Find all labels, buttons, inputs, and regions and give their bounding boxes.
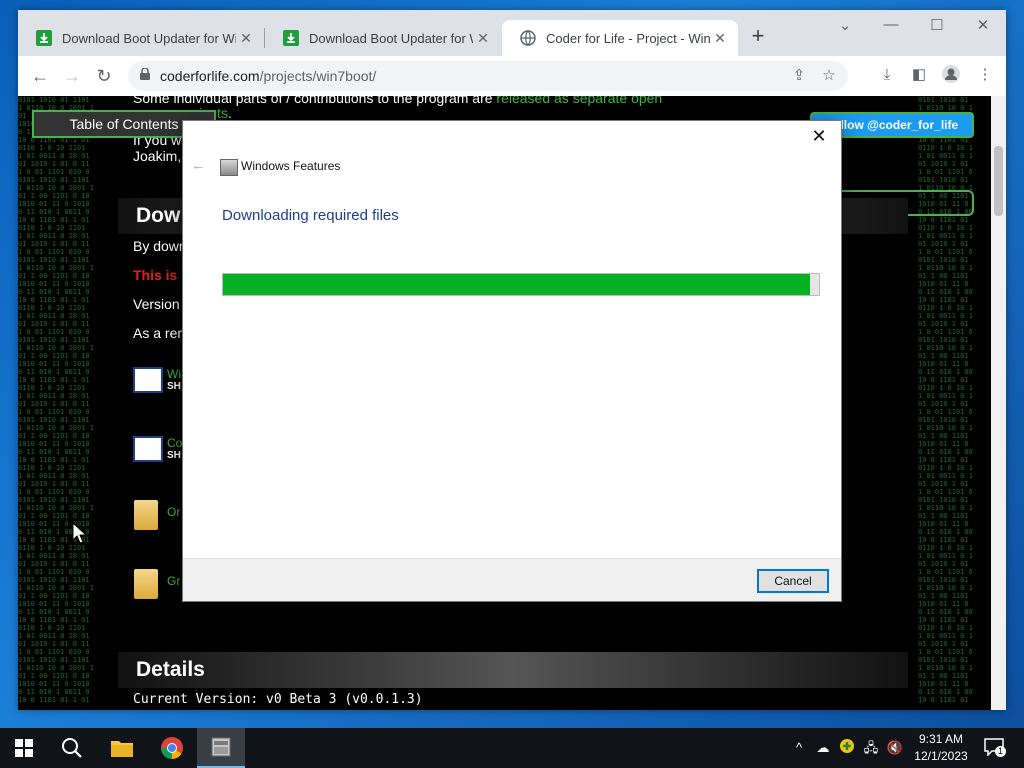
download-item-3[interactable]: Or	[167, 505, 180, 519]
zip-folder-icon[interactable]	[134, 569, 158, 599]
notification-center-icon[interactable]: 1	[984, 738, 1006, 758]
start-windows-icon[interactable]	[0, 728, 48, 768]
address-bar[interactable]: coderforlife.com/projects/win7boot/ ⇪ ☆	[128, 61, 848, 91]
share-icon[interactable]: ⇪	[788, 65, 810, 87]
tab-title: Download Boot Updater for Win	[309, 30, 473, 46]
credits-text: Joakim,	[133, 148, 182, 164]
download-item-1-hash: SH	[167, 381, 181, 392]
windows-features-icon	[220, 159, 238, 176]
bookmark-star-icon[interactable]: ☆	[818, 65, 840, 87]
reminder-text: As a rem	[133, 325, 190, 341]
lock-icon	[140, 67, 152, 85]
notification-count-badge: 1	[995, 746, 1006, 757]
chrome-icon[interactable]	[148, 728, 196, 768]
zip-folder-icon[interactable]	[134, 500, 158, 530]
search-icon[interactable]	[48, 728, 96, 768]
progress-fill	[223, 274, 811, 295]
open-source-link[interactable]: released as separate open	[496, 96, 662, 106]
system-clock[interactable]: 9:31 AM 12/1/2023	[905, 731, 977, 765]
minimize-icon[interactable]: —	[876, 16, 906, 33]
back-arrow-icon[interactable]: ←	[28, 64, 52, 88]
close-icon[interactable]: ✕	[805, 125, 833, 147]
security-shield-icon[interactable]	[838, 738, 856, 758]
download-item-1[interactable]: Wi	[167, 367, 181, 381]
volume-muted-icon[interactable]: 🔇	[886, 738, 904, 758]
show-hidden-icons-chevron-icon[interactable]: ^	[790, 738, 808, 758]
side-panel-icon[interactable]: ◧	[908, 64, 930, 86]
clock-date: 12/1/2023	[914, 749, 968, 763]
tab-download-boot-updater-1[interactable]: Download Boot Updater for Win ✕	[18, 20, 264, 56]
download-icon	[36, 30, 52, 46]
back-arrow-icon: ←	[191, 157, 206, 174]
menu-kebab-icon[interactable]: ⋮	[974, 64, 996, 86]
download-item-4-link[interactable]: Gr	[167, 574, 180, 588]
matrix-background-right: 0101 1010 01 1 0110 10 0 1 01 1 00 1101 …	[918, 96, 973, 704]
download-item-2-link[interactable]: Co	[167, 436, 182, 450]
tab-strip: Download Boot Updater for Win ✕ Download…	[18, 10, 1006, 56]
downloads-icon[interactable]: ⤓	[876, 64, 898, 86]
tab-download-boot-updater-2[interactable]: Download Boot Updater for Win ✕	[265, 20, 501, 56]
matrix-background-left: 0101 1010 01 1101 1 0110 10 0 1001 1 01 …	[18, 96, 94, 704]
tab-coder-for-life[interactable]: Coder for Life - Project - Windo ✕	[502, 20, 738, 56]
intro-period: .	[227, 105, 232, 121]
dialog-app-title: Windows Features	[241, 159, 341, 173]
version-text: Version	[133, 296, 180, 312]
windows-features-taskbar-icon[interactable]	[197, 728, 245, 768]
globe-icon	[520, 30, 536, 46]
profile-avatar-icon[interactable]	[940, 64, 962, 86]
download-item-2-hash: SH	[167, 450, 181, 461]
dialog-footer: Cancel	[183, 558, 841, 601]
current-version-text: Current Version: v0 Beta 3 (v0.0.1.3)	[133, 692, 423, 707]
page-scrollbar[interactable]	[991, 96, 1006, 710]
download-item-2[interactable]: Co	[167, 436, 182, 450]
dialog-heading: Downloading required files	[222, 207, 399, 224]
onedrive-offline-icon[interactable]: ☁	[814, 738, 832, 758]
browser-toolbar: ← → ↻ coderforlife.com/projects/win7boot…	[18, 56, 1006, 97]
close-window-icon[interactable]: ✕	[968, 16, 998, 34]
download-progress-bar	[222, 273, 820, 296]
mouse-cursor-icon	[72, 521, 88, 549]
details-heading: Details	[118, 652, 908, 688]
warning-text: This is	[133, 267, 178, 283]
tab-title: Download Boot Updater for Win	[62, 30, 236, 46]
tab-close-icon[interactable]: ✕	[710, 30, 730, 47]
url-path: /projects/win7boot/	[259, 68, 377, 84]
clock-time: 9:31 AM	[918, 732, 964, 746]
reload-icon[interactable]: ↻	[92, 64, 116, 88]
scrollbar-thumb[interactable]	[994, 146, 1003, 216]
tab-search-chevron-icon[interactable]: ⌄	[830, 16, 860, 34]
network-icon[interactable]: 🖧	[862, 738, 880, 758]
new-tab-button[interactable]: +	[748, 25, 768, 47]
download-item-4[interactable]: Gr	[167, 574, 180, 588]
cancel-button[interactable]: Cancel	[757, 569, 829, 593]
url-text: coderforlife.com/projects/win7boot/	[160, 68, 788, 84]
url-host: coderforlife.com	[160, 68, 260, 84]
tab-close-icon[interactable]: ✕	[473, 30, 493, 47]
windows-features-dialog: ✕ ← Windows Features Downloading require…	[183, 121, 841, 601]
tab-title: Coder for Life - Project - Windo	[546, 30, 710, 46]
file-explorer-icon[interactable]	[98, 728, 146, 768]
taskbar: ^ ☁ 🖧 🔇 9:31 AM 12/1/2023 1	[0, 728, 1024, 768]
download-intro-text: By down	[133, 238, 187, 254]
maximize-icon[interactable]: ☐	[922, 16, 952, 34]
installer-icon[interactable]	[133, 367, 163, 393]
installer-icon[interactable]	[133, 436, 163, 462]
forward-arrow-icon[interactable]: →	[60, 64, 84, 88]
download-item-3-link[interactable]: Or	[167, 505, 180, 519]
tab-close-icon[interactable]: ✕	[236, 30, 256, 47]
download-icon	[283, 30, 299, 46]
download-item-1-link[interactable]: Wi	[167, 367, 181, 381]
